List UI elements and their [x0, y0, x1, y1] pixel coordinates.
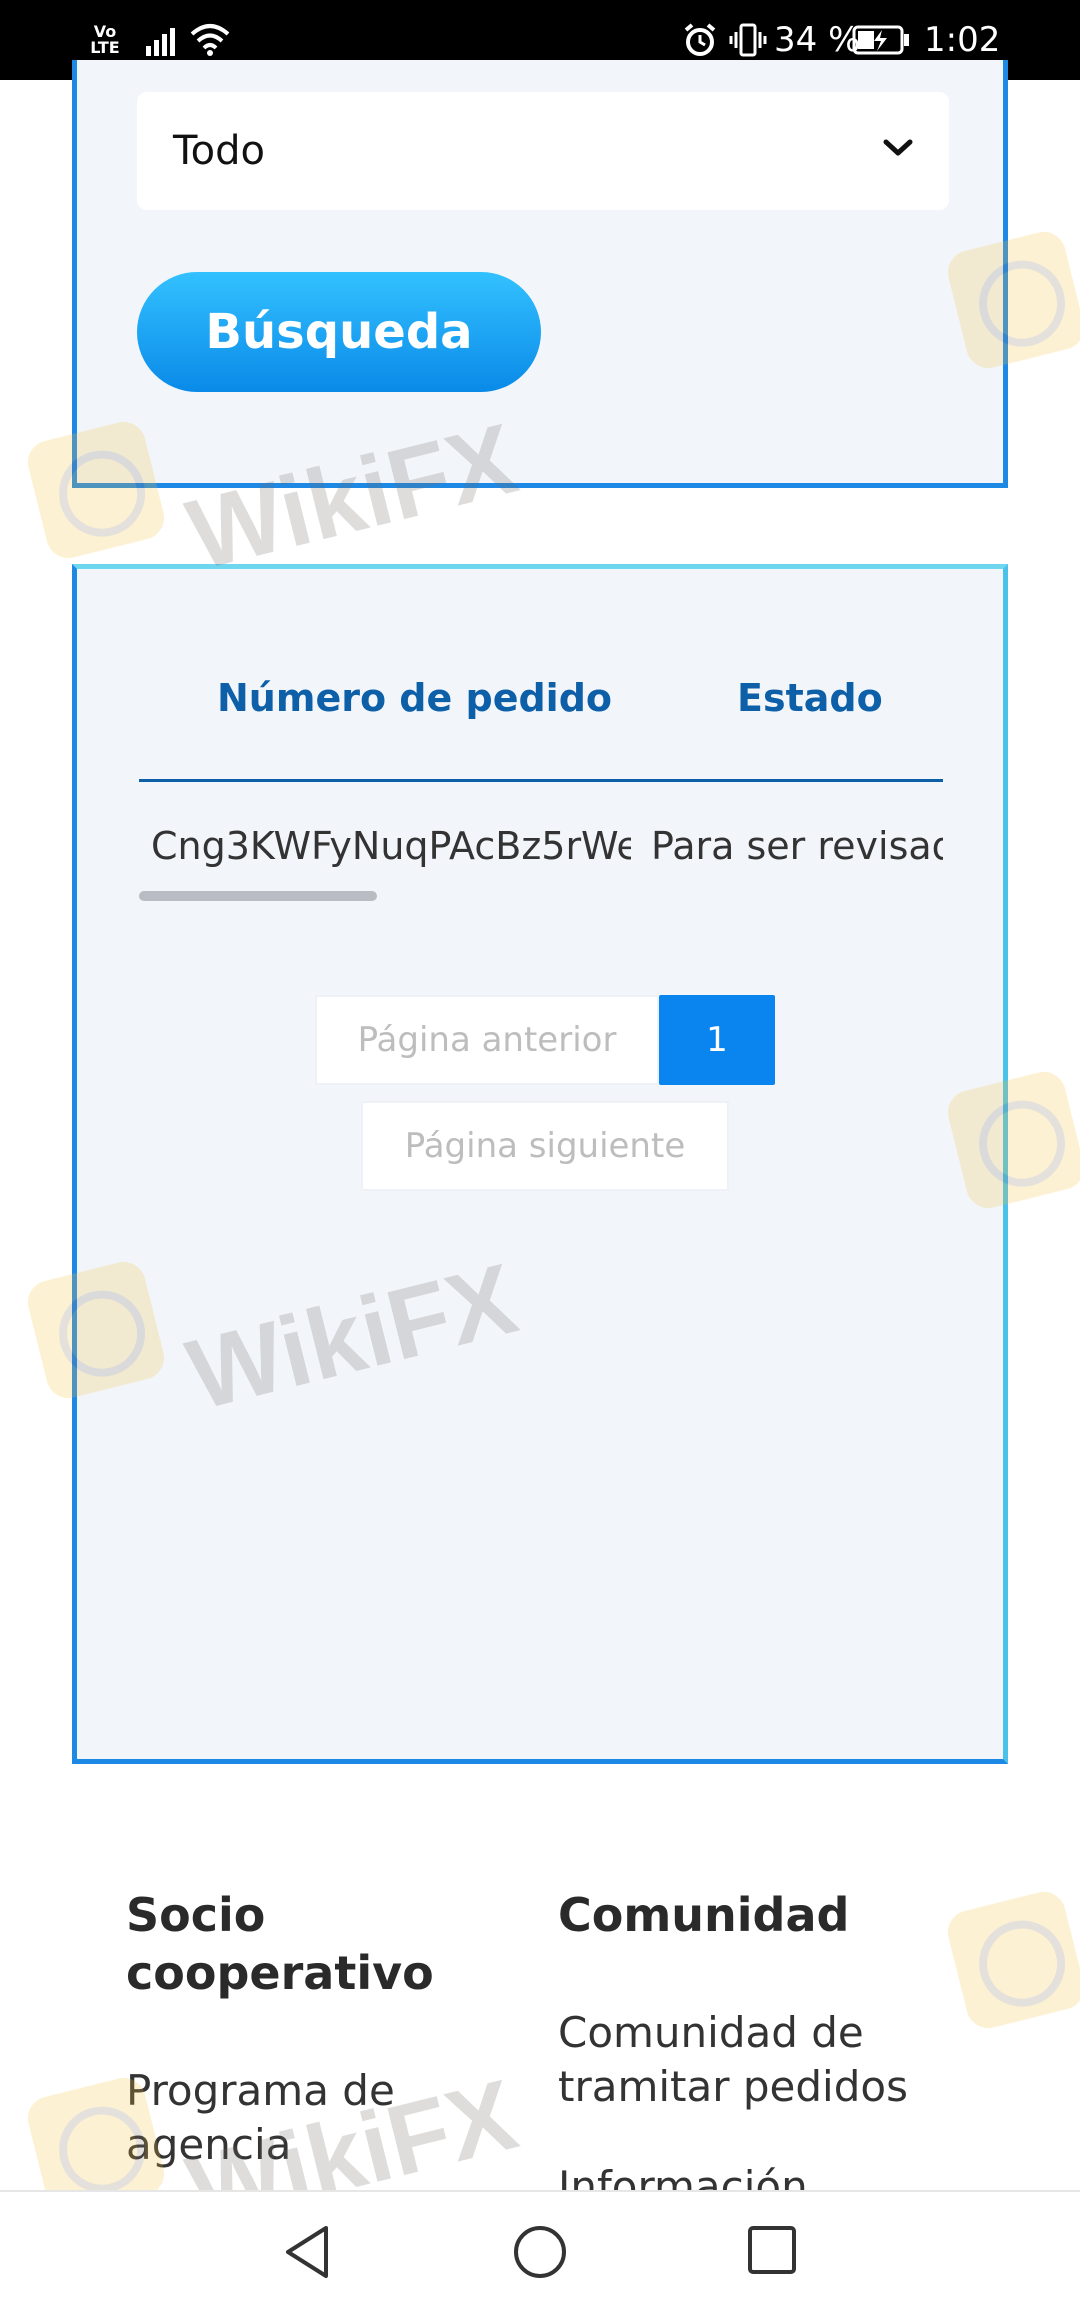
alarm-icon — [684, 23, 716, 56]
next-page-button[interactable]: Página siguiente — [361, 1101, 729, 1191]
footer-heading-community: Comunidad — [558, 1888, 850, 1942]
footer-link-agency-program[interactable]: Programa de agencia — [126, 2064, 486, 2172]
footer-heading-partners: Socio cooperativo — [126, 1888, 434, 2000]
wifi-icon — [190, 24, 230, 56]
header-divider — [139, 779, 943, 782]
signal-icon — [146, 28, 175, 56]
battery-charging-icon — [852, 25, 909, 55]
order-number-cell: Cng3KWFyNuqPAcBz5rWe — [151, 824, 631, 868]
chevron-down-icon — [883, 139, 913, 156]
back-icon[interactable] — [282, 2224, 332, 2280]
clock: 1:02 — [924, 20, 1001, 60]
volte-label: Vo LTE — [90, 22, 120, 57]
recents-icon[interactable] — [746, 2224, 798, 2276]
previous-page-button[interactable]: Página anterior — [315, 995, 659, 1085]
results-panel: Número de pedido Estado Cng3KWFyNuqPAcBz… — [72, 564, 1008, 1764]
filter-panel: Todo Búsqueda — [72, 60, 1008, 488]
search-button[interactable]: Búsqueda — [137, 272, 541, 392]
current-page-button[interactable]: 1 — [659, 995, 775, 1085]
horizontal-scrollbar[interactable] — [139, 891, 377, 901]
status-select-value: Todo — [173, 128, 265, 174]
system-nav-bar — [0, 2190, 1080, 2312]
column-header-order-number[interactable]: Número de pedido — [217, 675, 612, 721]
status-cell: Para ser revisado — [651, 824, 943, 868]
status-select[interactable]: Todo — [137, 92, 949, 210]
battery-percent: 34 % — [774, 20, 861, 60]
column-header-status[interactable]: Estado — [737, 675, 883, 721]
home-icon[interactable] — [510, 2222, 570, 2282]
table-row[interactable]: Cng3KWFyNuqPAcBz5rWe Para ser revisado — [139, 821, 943, 881]
vibrate-icon — [729, 23, 767, 57]
footer-link-order-community[interactable]: Comunidad de tramitar pedidos — [558, 2006, 978, 2114]
screen: Vo LTE 34 % 1:02 Todo Búsqueda Número de… — [0, 0, 1080, 2312]
